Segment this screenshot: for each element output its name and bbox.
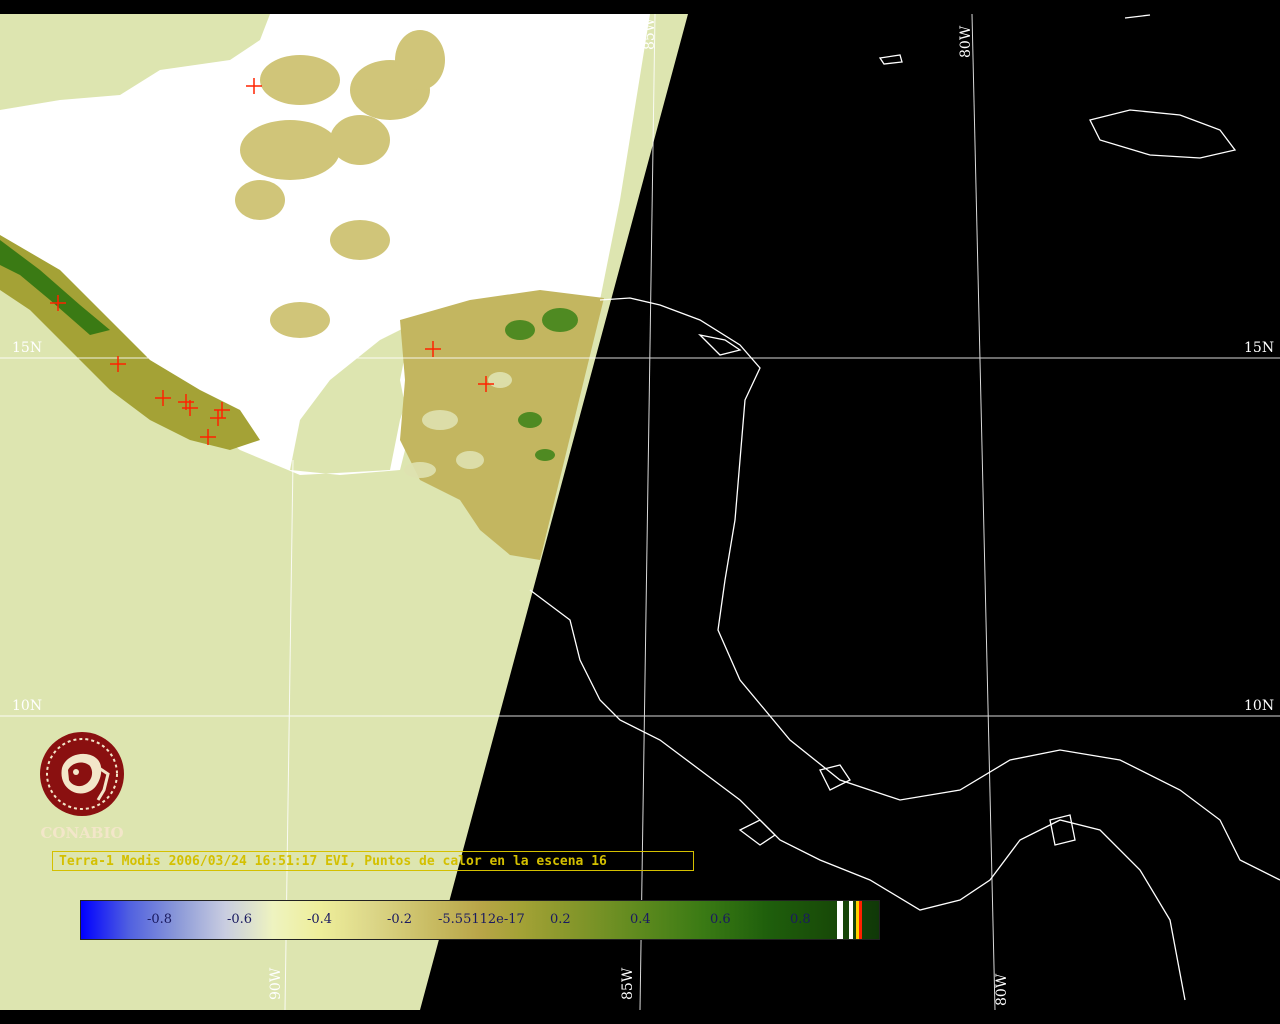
coastline-cayman <box>878 54 903 65</box>
lat-label-15n-west: 15N <box>12 340 43 356</box>
lat-label-15n-east: 15N <box>1244 340 1275 356</box>
evi-colorbar: -0.8 -0.6 -0.4 -0.2 -5.55112e-17 0.2 0.4… <box>80 900 880 940</box>
lon-label-80w-bottom: 80W <box>994 973 1010 1006</box>
coastline-islet-c <box>1049 814 1076 846</box>
colorbar-tick: 0.6 <box>710 912 731 927</box>
lat-label-10n-east: 10N <box>1244 698 1275 714</box>
colorbar-swatch-white <box>837 901 843 939</box>
lat-label-10n-west: 10N <box>12 698 43 714</box>
coastline-caribbean <box>599 297 1280 881</box>
colorbar-tick: -0.4 <box>307 912 333 927</box>
colorbar-tick: 0.4 <box>630 912 651 927</box>
logo-text: CONABIO <box>40 824 124 842</box>
scene-caption: Terra-1 Modis 2006/03/24 16:51:17 EVI, P… <box>52 851 694 871</box>
colorbar-tick: 0.2 <box>550 912 571 927</box>
lon-label-85w-bottom: 85W <box>620 967 636 1000</box>
conabio-logo: CONABIO <box>30 730 134 842</box>
coastline-islands <box>698 333 742 356</box>
top-border <box>0 0 1280 14</box>
coastline-cuba-edge <box>1124 14 1151 19</box>
coastline-islet-a <box>738 819 777 846</box>
coastline-islet-b <box>819 764 851 791</box>
lon-label-85w-top: 85W <box>642 17 658 50</box>
colorbar-tick: -0.6 <box>227 912 253 927</box>
bottom-border <box>0 1010 1280 1024</box>
conabio-emblem-icon <box>40 732 124 816</box>
colorbar-swatch-red <box>859 901 862 939</box>
colorbar-swatch-white-2 <box>849 901 853 939</box>
lon-line-80w <box>971 13 996 1011</box>
colorbar-tick: -0.2 <box>387 912 413 927</box>
lon-label-80w-top: 80W <box>958 25 974 58</box>
coastline-jamaica <box>1089 109 1237 159</box>
colorbar-tick: -0.8 <box>147 912 173 927</box>
lon-label-90w-bottom: 90W <box>268 967 284 1000</box>
map-viewer: 15N 15N 10N 10N 85W 80W 90W 85W 80W CONA… <box>0 0 1280 1024</box>
colorbar-tick: -5.55112e-17 <box>438 912 525 927</box>
colorbar-tick: 0.8 <box>790 912 811 927</box>
